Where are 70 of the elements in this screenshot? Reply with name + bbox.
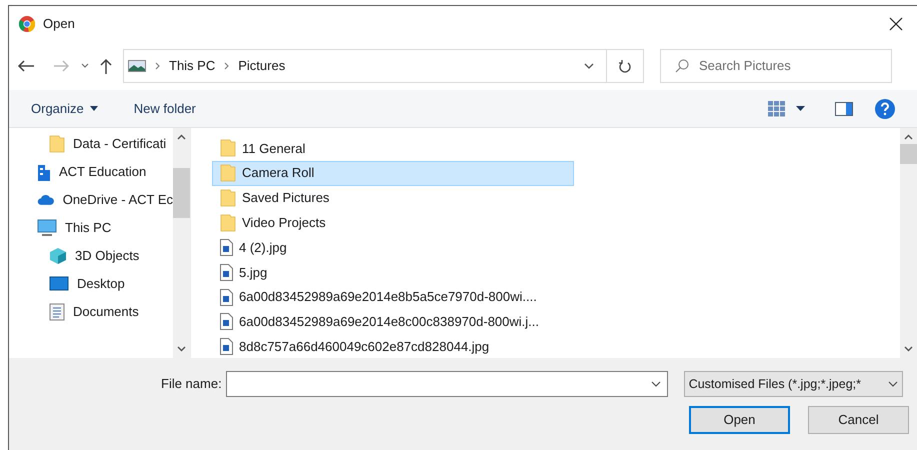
image-file-icon — [220, 288, 233, 306]
navigation-item[interactable]: Desktop — [9, 270, 173, 298]
folder-icon — [220, 139, 236, 158]
image-file-icon — [220, 313, 233, 330]
folder-icon — [220, 214, 236, 232]
building-icon — [37, 163, 51, 181]
scrollbar[interactable] — [900, 128, 917, 358]
navigation-item[interactable]: Documents — [9, 298, 173, 326]
toolbar-button[interactable]: New folder — [134, 98, 196, 118]
folder-icon — [220, 188, 236, 207]
navigation-item[interactable]: 3D Objects — [9, 242, 173, 270]
file-list-item[interactable]: 6a00d83452989a69e2014e8b5a5ce7970d-800wi.... — [212, 284, 574, 310]
file-type-dropdown[interactable]: Customised Files (*.jpg;*.jpeg;* — [684, 371, 903, 397]
preview-pane-icon[interactable] — [835, 102, 853, 116]
pictures-location-icon — [128, 60, 146, 72]
chevron-down-icon[interactable] — [584, 63, 594, 69]
file-name-label: File name: — [161, 375, 222, 394]
chevron-up-icon[interactable] — [177, 134, 186, 140]
file-list-item[interactable]: 5.jpg — [212, 260, 574, 285]
chevron-down-icon[interactable] — [904, 346, 913, 352]
file-list-item[interactable]: 6a00d83452989a69e2014e8c00c838970d-800wi.j... — [212, 310, 574, 334]
chevron-down-icon — [888, 381, 898, 387]
file-list-item[interactable]: Camera Roll — [212, 160, 574, 186]
folder-icon — [220, 164, 236, 182]
view-grid-icon[interactable] — [768, 100, 786, 116]
scrollbar[interactable] — [173, 128, 190, 358]
cube-icon — [49, 247, 67, 265]
breadcrumb-separator-icon — [224, 62, 230, 70]
back-arrow-icon[interactable] — [17, 59, 35, 73]
address-bar[interactable]: This PC Pictures — [123, 49, 644, 83]
file-list-item[interactable]: 11 General — [212, 136, 574, 161]
document-icon — [49, 303, 65, 321]
refresh-icon — [619, 59, 631, 73]
breadcrumb-item[interactable]: This PC — [169, 56, 216, 76]
caret-icon — [90, 106, 98, 111]
browser-logo-icon — [19, 16, 35, 32]
cloud-icon — [37, 193, 55, 207]
file-list-item[interactable]: Saved Pictures — [212, 186, 574, 210]
breadcrumb-item[interactable]: Pictures — [238, 56, 286, 76]
help-icon[interactable] — [875, 98, 895, 118]
chevron-down-icon[interactable] — [177, 346, 186, 352]
scrollbar-thumb[interactable] — [900, 144, 917, 164]
chevron-down-icon[interactable] — [81, 63, 89, 69]
close-icon — [889, 17, 903, 31]
caret-icon[interactable] — [796, 106, 805, 111]
search-icon — [675, 59, 689, 73]
navigation-item[interactable]: Data - Certificati — [9, 130, 173, 158]
up-arrow-icon[interactable] — [99, 58, 113, 74]
navigation-item[interactable]: ACT Education — [9, 158, 173, 186]
image-file-icon — [220, 264, 233, 281]
file-list-item[interactable]: 8d8c757a66d460049c602e87cd828044.jpg — [212, 334, 574, 360]
chevron-down-icon[interactable] — [650, 381, 661, 387]
scrollbar-thumb[interactable] — [173, 168, 190, 218]
image-file-icon — [220, 338, 233, 356]
dialog-button[interactable]: Open — [689, 406, 790, 434]
file-list-item[interactable]: 4 (2).jpg — [212, 235, 574, 260]
navigation-item[interactable]: OneDrive - ACT Ec — [9, 186, 173, 214]
file-name-field[interactable] — [226, 371, 668, 397]
search-field[interactable]: Search Pictures — [660, 49, 892, 83]
folder-icon — [49, 135, 65, 153]
navigation-item[interactable]: This PC — [9, 214, 173, 242]
file-list-item[interactable]: Video Projects — [212, 210, 574, 236]
image-file-icon — [220, 239, 233, 256]
toolbar-button[interactable]: Organize — [31, 98, 98, 118]
computer-icon — [37, 219, 57, 237]
dialog-button[interactable]: Cancel — [808, 406, 909, 434]
window-title: Open — [43, 15, 75, 34]
chevron-up-icon[interactable] — [904, 134, 913, 140]
desktop-icon — [49, 276, 69, 292]
breadcrumb-separator-icon — [155, 62, 160, 70]
